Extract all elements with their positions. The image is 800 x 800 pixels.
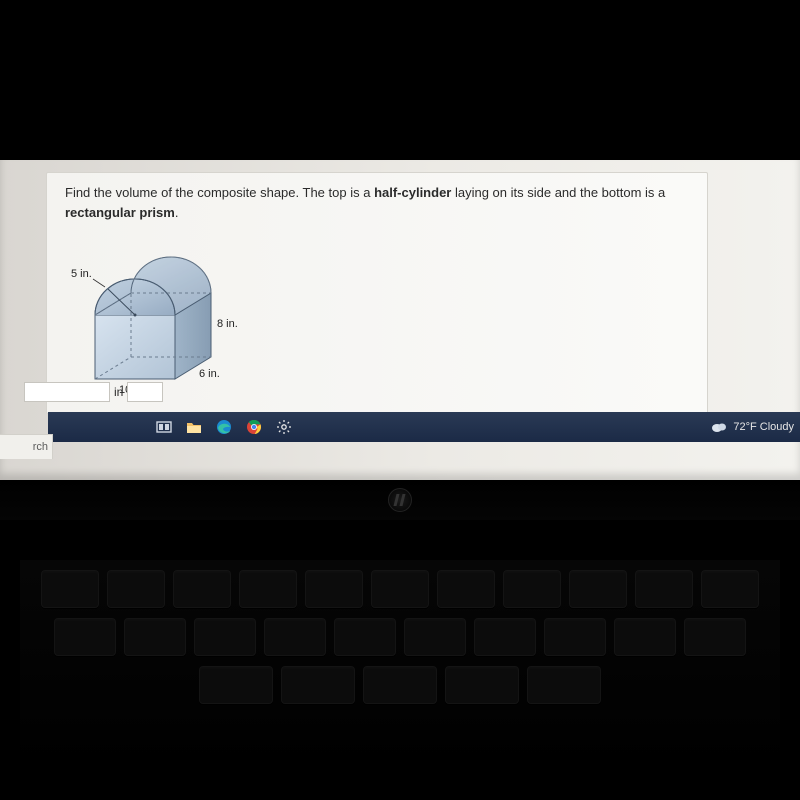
taskbar-center xyxy=(156,419,292,435)
answer-exponent-input[interactable] xyxy=(127,382,163,402)
weather-icon[interactable] xyxy=(711,421,727,433)
question-bold2: rectangular prism xyxy=(65,205,175,220)
taskbar-right: 72°F Cloudy xyxy=(711,421,794,433)
answer-row: in xyxy=(24,382,163,402)
weather-text[interactable]: 72°F Cloudy xyxy=(733,421,794,433)
question-bold1: half-cylinder xyxy=(374,185,451,200)
laptop-screen: Find the volume of the composite shape. … xyxy=(0,160,800,480)
answer-value-input[interactable] xyxy=(24,382,110,402)
composite-shape-diagram: 5 in. 8 in. 6 in. 10 in. xyxy=(65,229,255,399)
question-card: Find the volume of the composite shape. … xyxy=(46,172,708,414)
question-prefix: Find the volume of the composite shape. … xyxy=(65,185,374,200)
label-radius: 5 in. xyxy=(71,268,92,280)
search-fragment-text: rch xyxy=(33,441,48,453)
windows-taskbar[interactable]: 72°F Cloudy xyxy=(48,412,800,442)
question-text: Find the volume of the composite shape. … xyxy=(65,183,689,222)
task-view-icon[interactable] xyxy=(156,419,172,435)
file-explorer-icon[interactable] xyxy=(186,420,202,434)
search-box-fragment[interactable]: rch xyxy=(0,434,53,459)
question-suffix: . xyxy=(175,205,179,220)
edge-icon[interactable] xyxy=(216,419,232,435)
laptop-bezel xyxy=(0,480,800,520)
laptop-keyboard xyxy=(20,560,780,770)
photo-frame: Find the volume of the composite shape. … xyxy=(0,0,800,800)
question-mid: laying on its side and the bottom is a xyxy=(451,185,665,200)
chrome-icon[interactable] xyxy=(246,419,262,435)
label-height: 8 in. xyxy=(217,318,238,330)
label-width: 6 in. xyxy=(199,368,220,380)
answer-unit: in xyxy=(114,385,123,399)
settings-icon[interactable] xyxy=(276,419,292,435)
hp-logo-icon xyxy=(388,488,412,512)
